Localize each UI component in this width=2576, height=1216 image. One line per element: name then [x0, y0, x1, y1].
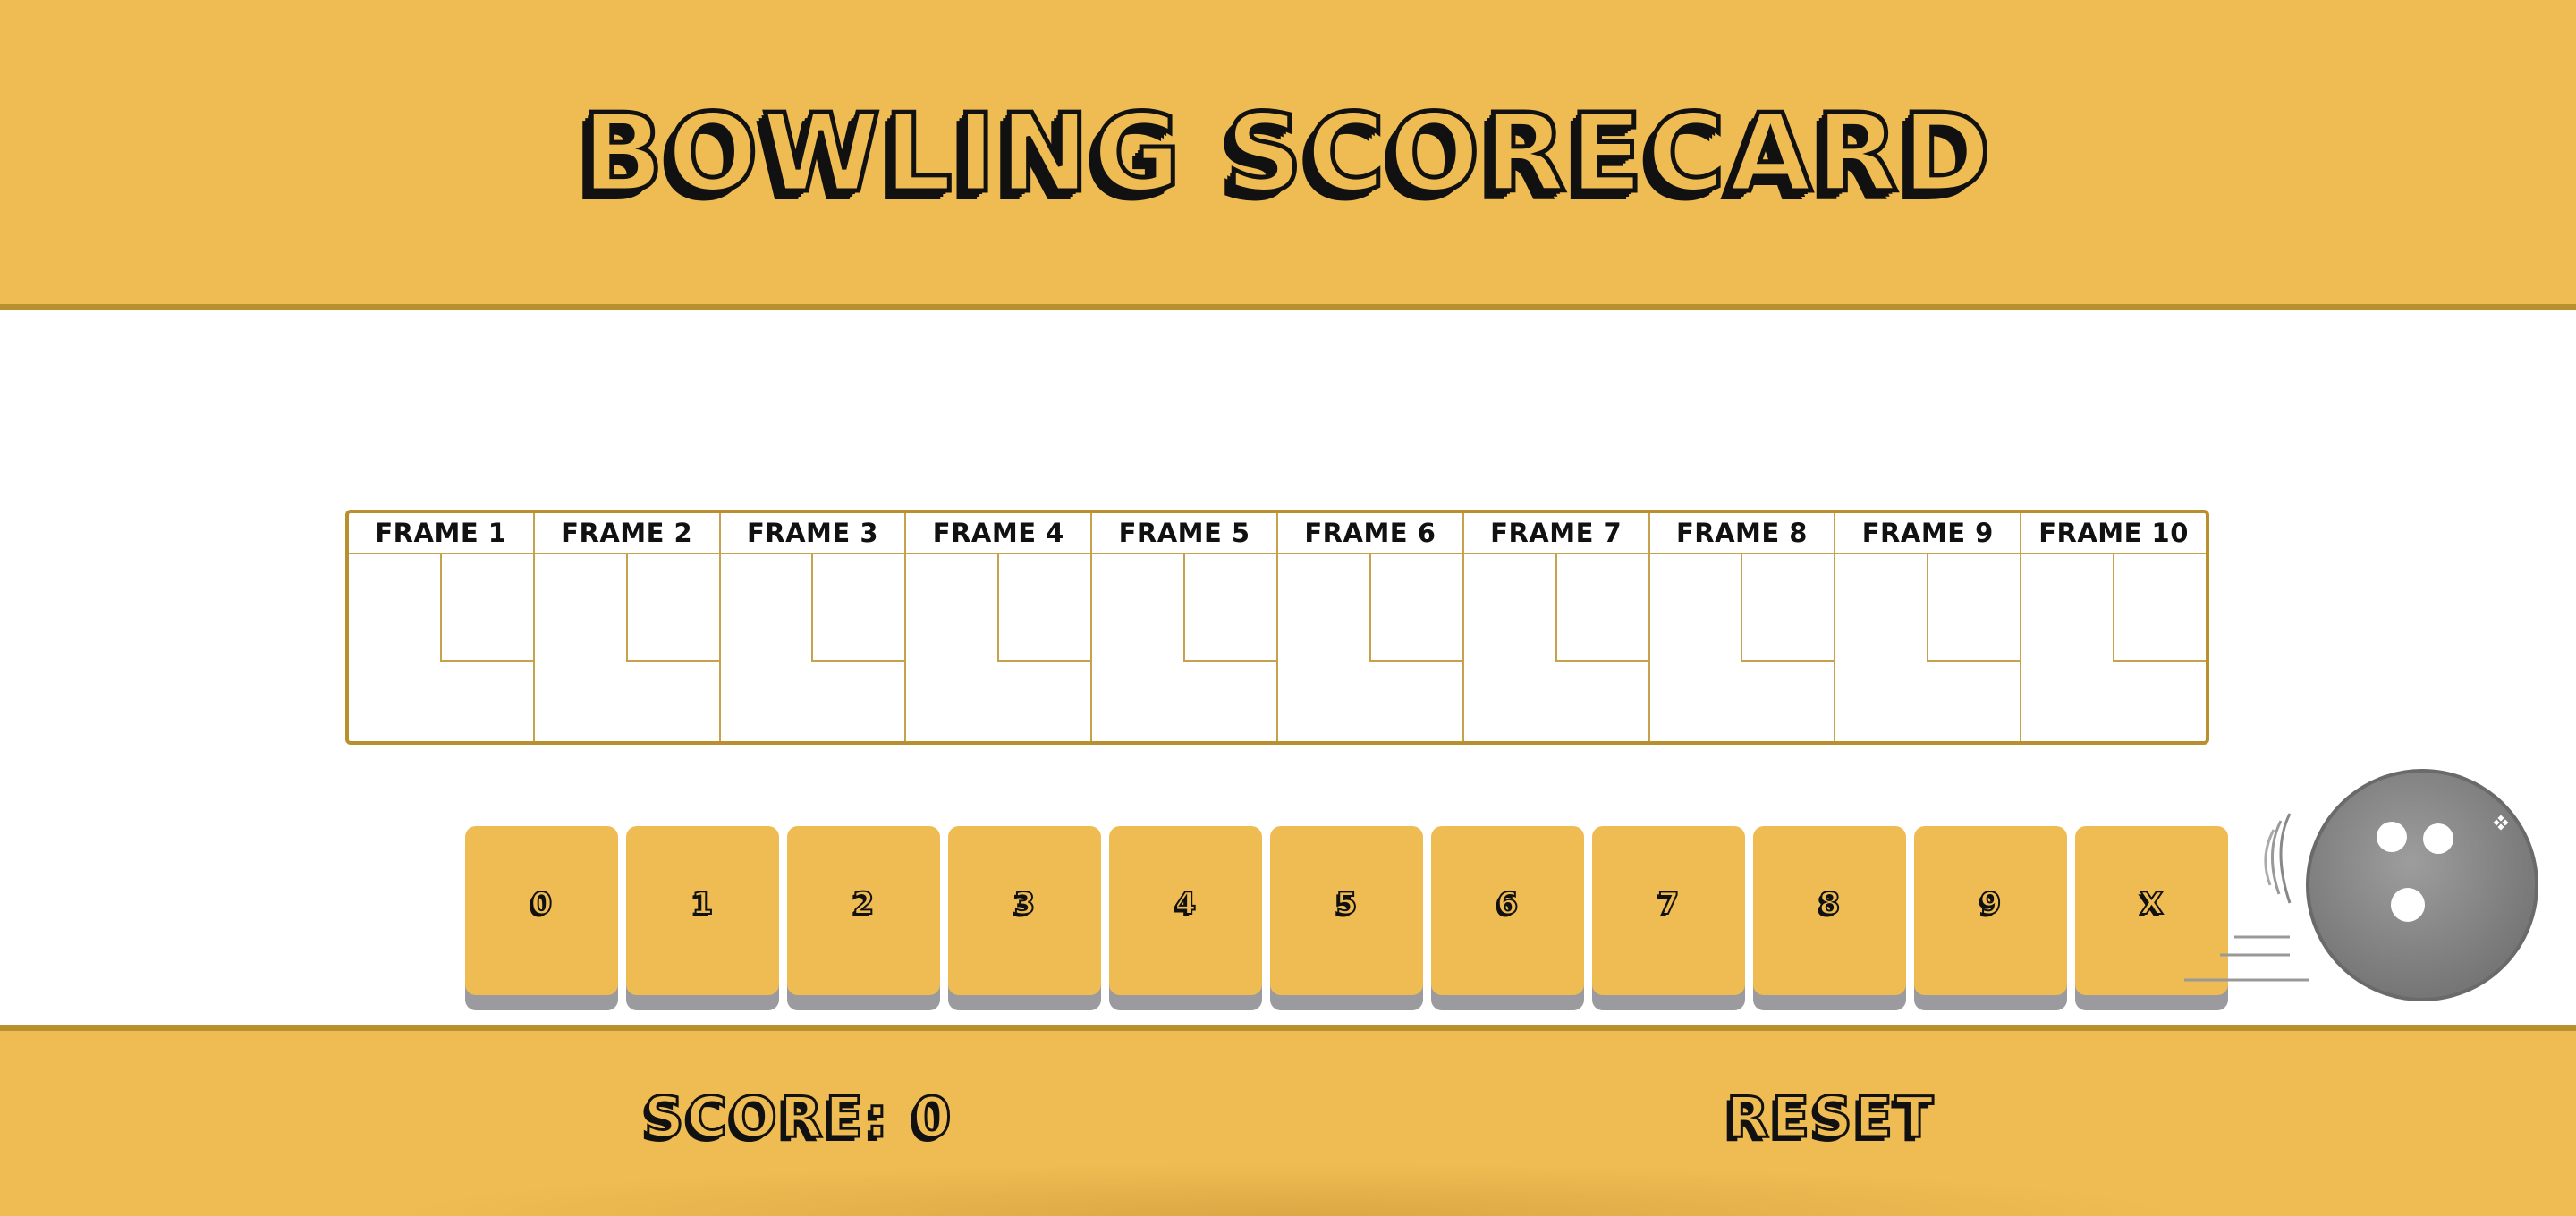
page-title: BOWLING SCORECARD	[580, 89, 1995, 218]
frame-total	[721, 661, 905, 741]
frame-total	[1092, 661, 1276, 741]
frame-total	[535, 661, 719, 741]
frame-9: FRAME 9	[1835, 513, 2022, 741]
roll-box	[1555, 554, 1648, 662]
frame-label: FRAME 4	[906, 513, 1091, 554]
frame-label: FRAME 3	[720, 513, 905, 554]
pin-button-9[interactable]: 9	[1914, 826, 2067, 995]
roll-box	[1368, 554, 1462, 662]
frame-label: FRAME 8	[1649, 513, 1835, 554]
frame-6: FRAME 6	[1277, 513, 1464, 741]
roll-box	[811, 554, 905, 662]
footer-shadow	[376, 1162, 2200, 1216]
roll-box	[1741, 554, 1835, 662]
frame-total	[349, 661, 533, 741]
score-display: SCORE: 0	[642, 1084, 954, 1152]
pin-button-6[interactable]: 6	[1431, 826, 1584, 995]
reset-button[interactable]: RESET	[1724, 1084, 1936, 1152]
footer: SCORE: 0 RESET	[0, 1025, 2576, 1216]
frame-label: FRAME 7	[1463, 513, 1648, 554]
roll-box	[2112, 554, 2206, 662]
pin-button-7[interactable]: 7	[1592, 826, 1745, 995]
scorecard: FRAME 1 FRAME 2 FRAME 3 FRAME 4 FRAME 5 …	[345, 510, 2209, 745]
roll-box	[1927, 554, 2021, 662]
frame-label: FRAME 2	[534, 513, 719, 554]
frame-8: FRAME 8	[1649, 513, 1836, 741]
frame-label: FRAME 1	[349, 513, 533, 554]
roll-box	[625, 554, 719, 662]
frame-10: FRAME 10	[2021, 513, 2206, 741]
bowling-ball-icon	[2174, 760, 2549, 1010]
frame-total	[1835, 661, 2020, 741]
frame-3: FRAME 3	[720, 513, 907, 741]
pin-button-1[interactable]: 1	[626, 826, 779, 995]
pin-button-4[interactable]: 4	[1109, 826, 1262, 995]
frame-total	[1278, 661, 1462, 741]
frame-total	[2021, 661, 2206, 741]
pin-button-8[interactable]: 8	[1753, 826, 1906, 995]
pin-buttons: 0 1 2 3 4 5 6 7 8 9 X	[465, 826, 2228, 995]
frame-2: FRAME 2	[534, 513, 721, 741]
frame-label: FRAME 5	[1092, 513, 1276, 554]
pin-button-0[interactable]: 0	[465, 826, 618, 995]
frame-7: FRAME 7	[1463, 513, 1650, 741]
frame-label: FRAME 6	[1277, 513, 1462, 554]
frame-total	[906, 661, 1090, 741]
frame-label: FRAME 9	[1835, 513, 2021, 554]
frame-total	[1650, 661, 1835, 741]
roll-box	[439, 554, 533, 662]
frame-1: FRAME 1	[349, 513, 535, 741]
frame-total	[1464, 661, 1648, 741]
frame-4: FRAME 4	[906, 513, 1093, 741]
frame-label: FRAME 10	[2021, 513, 2206, 554]
frame-5: FRAME 5	[1092, 513, 1278, 741]
header: BOWLING SCORECARD	[0, 0, 2576, 310]
pin-button-5[interactable]: 5	[1270, 826, 1423, 995]
pin-button-2[interactable]: 2	[787, 826, 940, 995]
roll-box	[997, 554, 1091, 662]
roll-box	[1182, 554, 1276, 662]
pin-button-3[interactable]: 3	[948, 826, 1101, 995]
